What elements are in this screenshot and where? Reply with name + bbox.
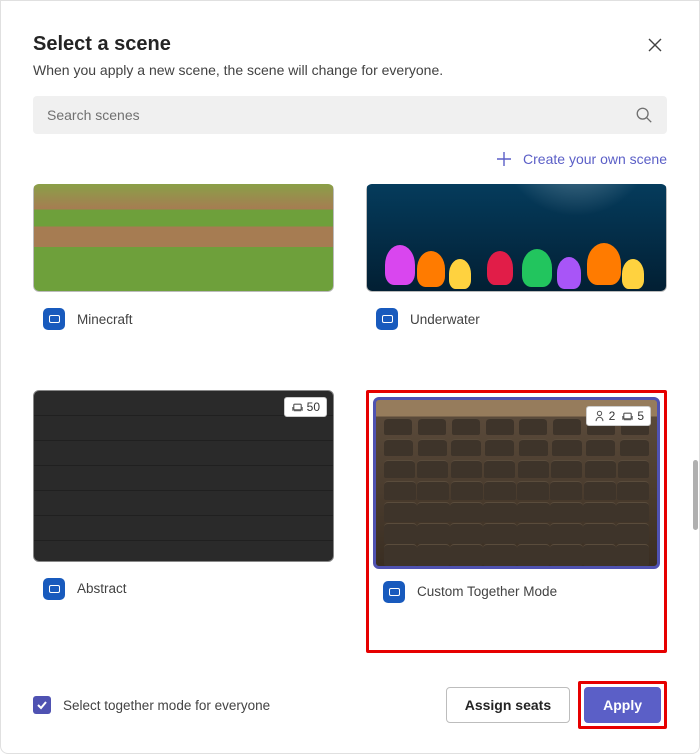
create-scene-label: Create your own scene bbox=[523, 151, 667, 167]
dialog-title: Select a scene bbox=[33, 33, 443, 56]
checkbox-label: Select together mode for everyone bbox=[63, 698, 270, 713]
dialog-header: Select a scene When you apply a new scen… bbox=[33, 33, 667, 96]
dialog-footer: Select together mode for everyone Assign… bbox=[33, 681, 667, 729]
create-scene-link[interactable]: Create your own scene bbox=[495, 150, 667, 168]
scene-card-abstract[interactable]: 50 Abstract bbox=[33, 390, 334, 654]
close-button[interactable] bbox=[643, 33, 667, 60]
apply-button[interactable]: Apply bbox=[584, 687, 661, 723]
scene-name: Abstract bbox=[77, 581, 127, 596]
scene-name: Minecraft bbox=[77, 312, 133, 327]
seat-icon bbox=[291, 401, 304, 413]
capacity-badge: 50 bbox=[284, 397, 327, 417]
scene-grid: 14 Minecraft bbox=[33, 184, 667, 653]
scene-thumbnail: 50 bbox=[33, 390, 334, 562]
scene-name: Underwater bbox=[410, 312, 480, 327]
together-mode-checkbox[interactable]: Select together mode for everyone bbox=[33, 696, 270, 714]
close-icon bbox=[647, 37, 663, 53]
scene-name: Custom Together Mode bbox=[417, 584, 557, 599]
scene-type-icon bbox=[43, 308, 65, 330]
person-icon bbox=[593, 410, 606, 422]
scene-thumbnail: 10 bbox=[366, 184, 667, 292]
scene-thumbnail: 2 5 bbox=[373, 397, 660, 569]
search-input[interactable] bbox=[47, 107, 635, 123]
checkbox-checked-icon bbox=[33, 696, 51, 714]
scene-type-icon bbox=[376, 308, 398, 330]
highlight-annotation: 2 5 Custom Together Mode bbox=[366, 390, 667, 654]
scene-card-underwater[interactable]: 10 Underwater bbox=[366, 184, 667, 374]
capacity-badge: 2 5 bbox=[586, 406, 651, 426]
scene-card-custom-together[interactable]: 2 5 Custom Together Mode bbox=[373, 397, 660, 603]
scene-thumbnail: 14 bbox=[33, 184, 334, 292]
scrollbar[interactable] bbox=[693, 460, 698, 530]
scene-type-icon bbox=[43, 578, 65, 600]
scene-type-icon bbox=[383, 581, 405, 603]
search-box[interactable] bbox=[33, 96, 667, 134]
scene-card-minecraft[interactable]: 14 Minecraft bbox=[33, 184, 334, 374]
search-icon bbox=[635, 106, 653, 124]
scene-selector-dialog: Select a scene When you apply a new scen… bbox=[0, 0, 700, 754]
plus-icon bbox=[495, 150, 513, 168]
dialog-subtitle: When you apply a new scene, the scene wi… bbox=[33, 62, 443, 78]
assign-seats-button[interactable]: Assign seats bbox=[446, 687, 570, 723]
seat-icon bbox=[621, 410, 634, 422]
highlight-annotation: Apply bbox=[578, 681, 667, 729]
